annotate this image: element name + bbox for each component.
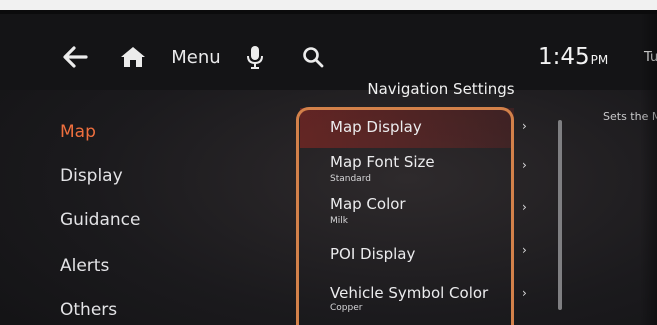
setting-description: Sets the M (603, 110, 657, 123)
setting-value: Copper (330, 303, 363, 313)
setting-label: Map Display (330, 118, 422, 136)
chevron-right-icon: › (522, 200, 527, 214)
voice-button[interactable] (243, 42, 267, 72)
chevron-right-icon: › (522, 158, 527, 172)
scrollbar[interactable] (558, 120, 562, 310)
chevron-right-icon: › (522, 243, 527, 257)
setting-value: Milk (330, 216, 348, 226)
navigation-settings-screen: Menu 1:45 PM Tu Navigation Settings Map … (0, 0, 657, 325)
setting-map-display[interactable]: Map Display › (300, 108, 527, 148)
home-button[interactable] (118, 42, 148, 72)
setting-map-color[interactable]: Map Color Milk › (300, 192, 527, 236)
sidebar-item-others[interactable]: Others (60, 300, 117, 320)
setting-label: POI Display (330, 245, 416, 263)
clock-ampm: PM (590, 53, 609, 67)
clock-time: 1:45 (538, 44, 590, 70)
search-icon (303, 47, 324, 68)
setting-poi-display[interactable]: POI Display › (300, 236, 527, 280)
setting-label: Map Font Size (330, 153, 435, 171)
back-button[interactable] (58, 40, 92, 74)
sidebar-item-alerts[interactable]: Alerts (60, 256, 109, 276)
menu-button[interactable]: Menu (170, 42, 222, 72)
sidebar-item-map[interactable]: Map (60, 122, 96, 142)
setting-value: Standard (330, 174, 371, 184)
setting-label: Map Color (330, 195, 406, 213)
device-bezel-top (0, 0, 657, 14)
chevron-right-icon: › (522, 286, 527, 300)
setting-label: Vehicle Symbol Color (330, 284, 489, 302)
setting-vehicle-symbol-color[interactable]: Vehicle Symbol Color Copper › (300, 278, 527, 322)
sidebar-item-guidance[interactable]: Guidance (60, 210, 140, 230)
top-bar: Menu 1:45 PM Tu (0, 14, 657, 90)
home-icon (121, 47, 145, 67)
chevron-right-icon: › (522, 119, 527, 133)
page-title: Navigation Settings (367, 80, 515, 98)
settings-sidebar: Map Display Guidance Alerts Others (0, 108, 280, 325)
settings-list: Map Display › Map Font Size Standard › M… (300, 108, 527, 325)
setting-map-font-size[interactable]: Map Font Size Standard › (300, 148, 527, 192)
sidebar-item-display[interactable]: Display (60, 166, 123, 186)
clock-day: Tu (644, 50, 657, 65)
menu-label: Menu (171, 46, 221, 68)
search-button[interactable] (298, 42, 328, 72)
microphone-icon (247, 46, 263, 69)
back-arrow-icon (63, 46, 88, 68)
clock: 1:45 PM (538, 44, 608, 70)
